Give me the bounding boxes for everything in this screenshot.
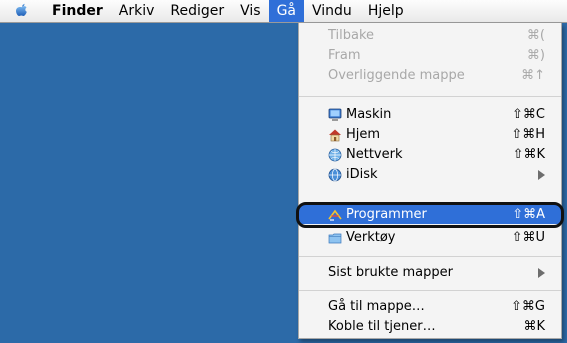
idisk-globe-icon (328, 168, 342, 182)
menu-item-label: Maskin (346, 107, 392, 122)
menu-item-overliggende-mappe[interactable]: Overliggende mappe ⌘↑ (299, 66, 561, 85)
menu-item-label: Fram (328, 48, 361, 63)
menu-bar: Finder Arkiv Rediger Vis Gå Vindu Hjelp (0, 0, 567, 23)
menu-item-shortcut: ⌘) (526, 48, 545, 63)
menu-item-ga-til-mappe[interactable]: Gå til mappe… ⇧⌘G (299, 297, 561, 316)
menu-item-label: Tilbake (328, 28, 375, 43)
menu-item-label: iDisk (346, 167, 378, 182)
apple-icon[interactable] (0, 0, 44, 22)
menu-item-label: Verktøy (346, 230, 396, 245)
highlight-callout-frame (296, 202, 564, 228)
menu-item-fram[interactable]: Fram ⌘) (299, 46, 561, 65)
menu-item-label: Overliggende mappe (328, 68, 465, 83)
menu-item-maskin[interactable]: Maskin ⇧⌘C (299, 105, 561, 124)
submenu-arrow-icon (538, 268, 545, 278)
menu-vindu[interactable]: Vindu (304, 0, 360, 22)
menu-item-label: Gå til mappe… (328, 299, 425, 314)
menu-item-shortcut: ⇧⌘K (512, 147, 545, 162)
menu-item-shortcut: ⌘( (526, 28, 545, 43)
menu-ga[interactable]: Gå (268, 0, 305, 22)
menu-item-label: Hjem (346, 127, 381, 142)
menu-vis[interactable]: Vis (232, 0, 268, 22)
menu-item-shortcut: ⇧⌘U (511, 230, 545, 245)
menu-item-verktoy[interactable]: Verktøy ⇧⌘U (299, 228, 561, 247)
submenu-arrow-icon (538, 170, 545, 180)
menu-item-shortcut: ⌘↑ (521, 68, 545, 83)
menu-item-tilbake[interactable]: Tilbake ⌘( (299, 26, 561, 45)
menu-item-label: Sist brukte mapper (328, 265, 453, 280)
menu-item-koble-til-tjener[interactable]: Koble til tjener… ⌘K (299, 317, 561, 336)
menu-separator (299, 256, 561, 257)
menu-item-nettverk[interactable]: Nettverk ⇧⌘K (299, 145, 561, 164)
menu-item-label: Koble til tjener… (328, 319, 436, 334)
menu-rediger[interactable]: Rediger (162, 0, 232, 22)
menu-item-idisk[interactable]: iDisk (299, 165, 561, 184)
menu-item-shortcut: ⇧⌘C (512, 107, 545, 122)
go-menu-dropdown: Tilbake ⌘( Fram ⌘) Overliggende mappe ⌘↑… (296, 23, 564, 339)
menu-item-shortcut: ⇧⌘G (511, 299, 545, 314)
home-icon (329, 129, 341, 142)
menu-item-sist-brukte-mapper[interactable]: Sist brukte mapper (299, 263, 561, 282)
menu-item-label: Nettverk (346, 147, 403, 162)
network-globe-icon (328, 148, 342, 162)
menu-arkiv[interactable]: Arkiv (111, 0, 163, 22)
menu-item-hjem[interactable]: Hjem ⇧⌘H (299, 125, 561, 144)
utilities-folder-icon (328, 233, 342, 244)
menu-hjelp[interactable]: Hjelp (360, 0, 412, 22)
menu-separator (299, 96, 561, 97)
computer-icon (328, 108, 342, 121)
menu-finder[interactable]: Finder (44, 0, 111, 22)
menu-separator (299, 290, 561, 291)
menu-item-shortcut: ⇧⌘H (511, 127, 545, 142)
menu-item-shortcut: ⌘K (523, 319, 545, 334)
